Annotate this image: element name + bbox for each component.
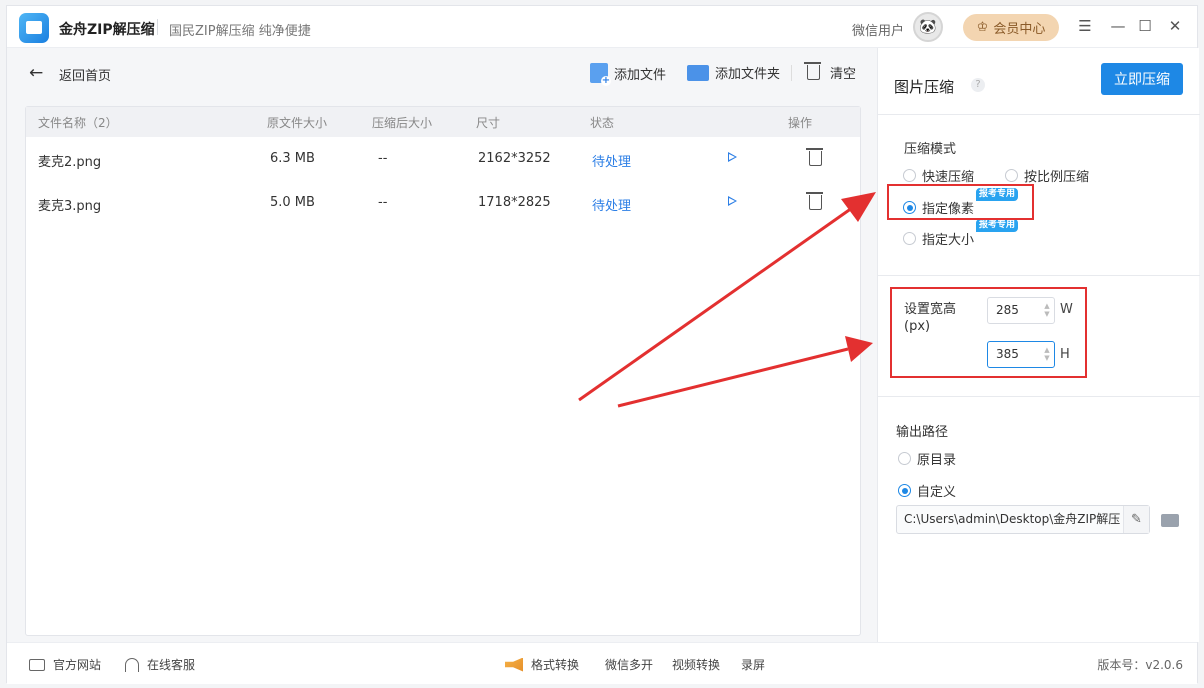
support-label: 在线客服 <box>147 658 196 672</box>
radio-dot <box>1005 169 1018 182</box>
minimize-icon[interactable]: — <box>1108 16 1128 36</box>
settings-panel: 图片压缩 ? 立即压缩 压缩模式 快速压缩 按比例压缩 指定像素 报考专用 指定… <box>877 48 1200 642</box>
cell-filename: 麦克3.png <box>38 199 102 214</box>
table-row[interactable]: 麦克3.png 5.0 MB -- 1718*2825 待处理 <box>26 181 860 225</box>
video-convert-link[interactable]: 视频转换 <box>672 656 720 673</box>
panel-title: 图片压缩 <box>894 78 955 96</box>
output-label: 输出路径 <box>896 425 949 440</box>
edit-path-icon[interactable]: ✎ <box>1123 506 1149 533</box>
title-bar: 金舟ZIP解压缩 国民ZIP解压缩 纯净便捷 微信用户 🐼 ♔ 会员中心 ☰ —… <box>7 6 1197 48</box>
toolbar-separator <box>791 65 792 81</box>
back-arrow-icon[interactable]: ← <box>29 63 43 83</box>
header-comp-size: 压缩后大小 <box>372 116 433 130</box>
radio-label: 原目录 <box>917 453 957 468</box>
folder-icon[interactable] <box>1161 514 1179 527</box>
header-orig-size: 原文件大小 <box>267 116 328 130</box>
add-file-icon <box>590 63 611 86</box>
user-name[interactable]: 微信用户 <box>852 20 904 39</box>
status-bar: 官方网站 在线客服 格式转换 微信多开 视频转换 录屏 版本号：v2.0.6 <box>7 642 1197 684</box>
cell-dims: 2162*3252 <box>478 151 551 166</box>
add-folder-button[interactable]: 添加文件夹 <box>687 63 780 82</box>
add-folder-label: 添加文件夹 <box>715 67 781 82</box>
header-actions: 操作 <box>788 116 813 130</box>
section-divider <box>878 396 1200 397</box>
crown-icon: ♔ <box>976 20 989 35</box>
app-name: 金舟ZIP解压缩 <box>59 22 155 38</box>
header-status: 状态 <box>590 116 615 130</box>
radio-label: 快速压缩 <box>922 170 975 185</box>
website-label: 官方网站 <box>53 658 102 672</box>
help-icon[interactable]: ? <box>971 78 985 92</box>
highlight-box-size <box>890 287 1087 378</box>
app-slogan: 国民ZIP解压缩 纯净便捷 <box>169 24 311 39</box>
vip-center-button[interactable]: ♔ 会员中心 <box>963 14 1059 41</box>
title-divider <box>157 19 158 35</box>
radio-dot <box>898 452 911 465</box>
clear-button[interactable]: 清空 <box>804 62 857 82</box>
cell-dims: 1718*2825 <box>478 195 551 210</box>
add-file-button[interactable]: 添加文件 <box>590 63 667 86</box>
table-header: 文件名称（2） 原文件大小 压缩后大小 尺寸 状态 操作 <box>26 107 860 137</box>
cell-comp-size: -- <box>378 195 388 210</box>
format-label: 格式转换 <box>531 658 580 672</box>
header-filename: 文件名称（2） <box>38 116 118 130</box>
vip-label: 会员中心 <box>993 22 1046 37</box>
header-dims: 尺寸 <box>476 116 501 130</box>
radio-ratio-compress[interactable]: 按比例压缩 <box>1005 166 1089 185</box>
compress-now-button[interactable]: 立即压缩 <box>1101 63 1183 95</box>
output-path-field[interactable]: C:\Users\admin\Desktop\金舟ZIP解压 <box>896 505 1150 534</box>
maximize-icon[interactable]: ☐ <box>1135 16 1155 36</box>
radio-custom-dir[interactable]: 自定义 <box>898 481 956 500</box>
menu-icon[interactable]: ☰ <box>1075 16 1095 36</box>
table-row[interactable]: 麦克2.png 6.3 MB -- 2162*3252 待处理 <box>26 137 860 181</box>
radio-dot <box>903 232 916 245</box>
play-icon[interactable] <box>728 196 737 206</box>
file-panel: ← 返回首页 添加文件 添加文件夹 清空 文件名称（2） 原文件大小 压缩后大小… <box>7 48 877 642</box>
add-file-label: 添加文件 <box>614 67 667 83</box>
delete-row-icon[interactable] <box>806 148 823 170</box>
radio-original-dir[interactable]: 原目录 <box>898 449 956 468</box>
radio-label: 指定大小 <box>922 233 975 248</box>
record-link[interactable]: 录屏 <box>741 656 765 673</box>
toolbar: ← 返回首页 添加文件 添加文件夹 清空 <box>7 48 877 98</box>
delete-row-icon[interactable] <box>806 192 823 214</box>
wechat-multi-link[interactable]: 微信多开 <box>605 656 653 673</box>
add-folder-icon <box>687 64 709 81</box>
close-icon[interactable]: ✕ <box>1165 16 1185 36</box>
section-divider <box>878 114 1200 115</box>
app-window: 金舟ZIP解压缩 国民ZIP解压缩 纯净便捷 微信用户 🐼 ♔ 会员中心 ☰ —… <box>6 5 1200 684</box>
clear-label: 清空 <box>830 67 857 82</box>
version-label: 版本号：v2.0.6 <box>1097 658 1183 672</box>
cell-orig-size: 6.3 MB <box>270 151 315 166</box>
radio-dot <box>903 169 916 182</box>
trash-icon <box>804 62 821 80</box>
app-logo-icon <box>19 13 49 43</box>
back-home-link[interactable]: 返回首页 <box>59 65 111 84</box>
exam-badge: 报考专用 <box>976 219 1019 232</box>
cell-status: 待处理 <box>592 155 632 170</box>
radio-fast-compress[interactable]: 快速压缩 <box>903 166 974 185</box>
headset-icon <box>125 657 139 672</box>
monitor-icon <box>29 658 45 671</box>
radio-label: 自定义 <box>917 485 957 500</box>
radio-dot-selected <box>898 484 911 497</box>
cell-comp-size: -- <box>378 151 388 166</box>
radio-label: 按比例压缩 <box>1024 170 1090 185</box>
mode-label: 压缩模式 <box>904 142 957 157</box>
cell-status: 待处理 <box>592 199 632 214</box>
file-table: 文件名称（2） 原文件大小 压缩后大小 尺寸 状态 操作 麦克2.png 6.3… <box>25 106 861 636</box>
cell-filename: 麦克2.png <box>38 155 102 170</box>
play-icon[interactable] <box>728 152 737 162</box>
megaphone-icon <box>505 657 523 672</box>
highlight-box-mode <box>887 184 1034 220</box>
online-support-link[interactable]: 在线客服 <box>125 656 195 673</box>
official-website-link[interactable]: 官方网站 <box>29 656 101 673</box>
format-convert-link[interactable]: 格式转换 <box>505 656 579 673</box>
cell-orig-size: 5.0 MB <box>270 195 315 210</box>
avatar[interactable]: 🐼 <box>913 12 943 42</box>
radio-specify-size[interactable]: 指定大小 <box>903 229 974 248</box>
section-divider <box>878 275 1200 276</box>
